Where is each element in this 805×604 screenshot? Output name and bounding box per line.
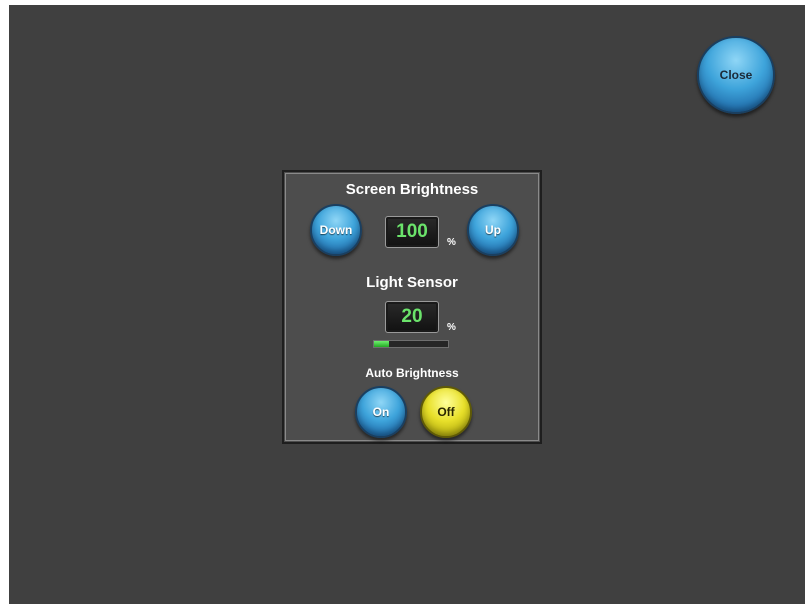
brightness-up-button[interactable]: Up xyxy=(467,204,519,256)
brightness-value-readout: 100 xyxy=(385,216,439,248)
auto-brightness-title: Auto Brightness xyxy=(365,366,459,380)
light-sensor-unit: % xyxy=(447,322,456,333)
light-sensor-level-fill xyxy=(374,341,389,347)
light-sensor-title: Light Sensor xyxy=(366,274,458,291)
auto-brightness-on-label: On xyxy=(372,405,390,419)
close-button[interactable]: Close xyxy=(697,36,775,114)
brightness-settings-panel: Screen Brightness Down 100 % Up Light Se… xyxy=(282,170,542,444)
touch-panel-screen: Close Screen Brightness Down 100 % Up Li… xyxy=(9,5,805,604)
brightness-down-button[interactable]: Down xyxy=(310,204,362,256)
screen-brightness-title: Screen Brightness xyxy=(345,181,479,198)
brightness-down-label: Down xyxy=(319,223,353,237)
light-sensor-level-bar xyxy=(373,340,449,348)
close-button-label: Close xyxy=(719,68,753,82)
light-sensor-value-readout: 20 xyxy=(385,301,439,333)
auto-brightness-off-label: Off xyxy=(437,405,455,419)
auto-brightness-on-button[interactable]: On xyxy=(355,386,407,438)
brightness-unit: % xyxy=(447,237,456,248)
brightness-up-label: Up xyxy=(485,223,501,237)
auto-brightness-off-button[interactable]: Off xyxy=(420,386,472,438)
